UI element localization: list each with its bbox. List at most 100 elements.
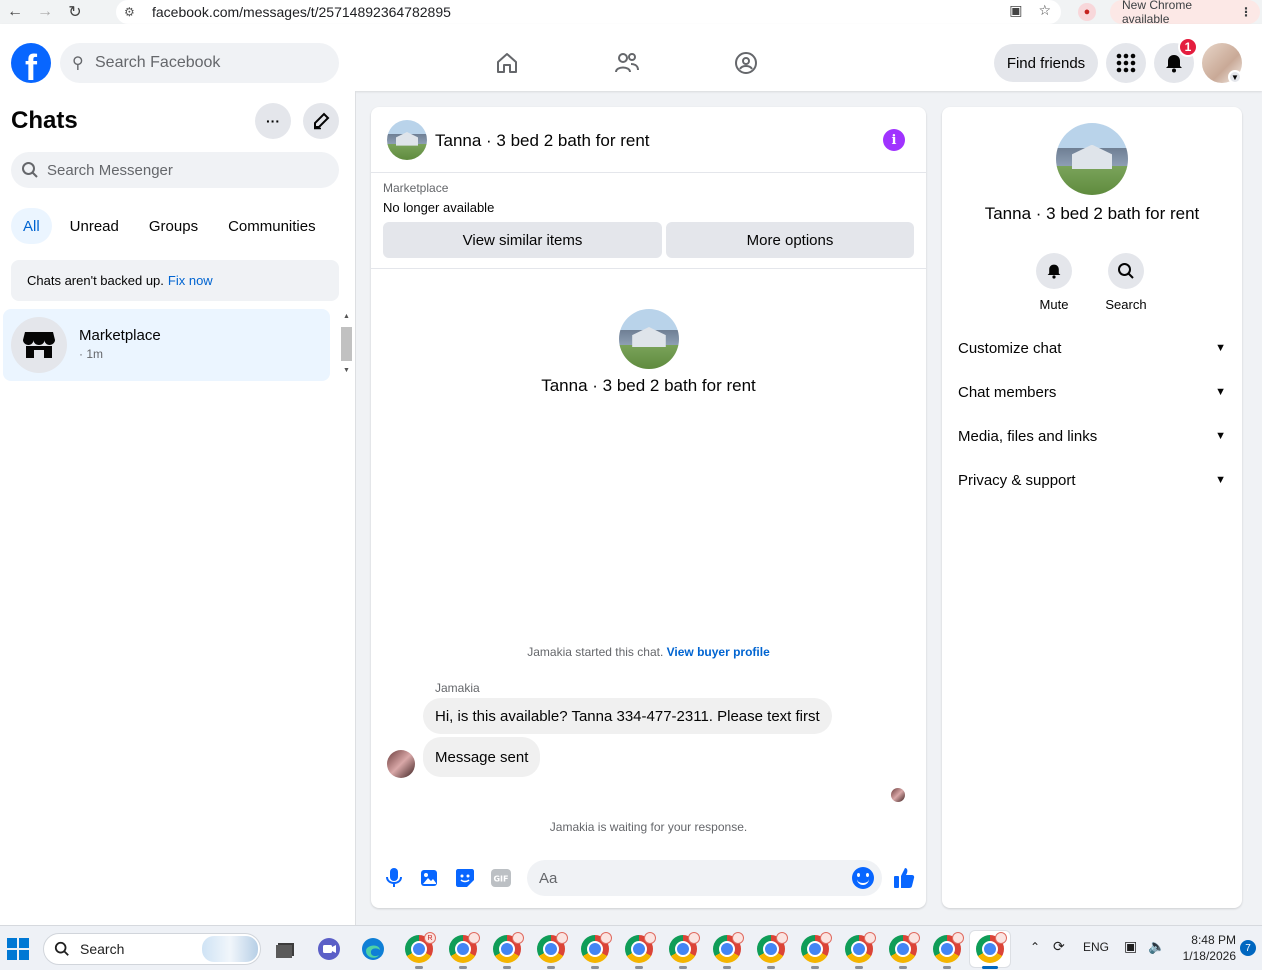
- sender-avatar[interactable]: [387, 750, 415, 778]
- chat-start-notice: Jamakia started this chat. View buyer pr…: [371, 645, 926, 659]
- reload-icon[interactable]: ↻: [60, 0, 90, 24]
- waiting-notice: Jamakia is waiting for your response.: [549, 820, 748, 834]
- seen-receipt-avatar: [891, 788, 905, 802]
- listing-avatar: [619, 309, 679, 369]
- chrome-window-icon[interactable]: [801, 932, 832, 969]
- search-label: Search: [1105, 297, 1147, 312]
- backup-text: Chats aren't backed up.: [27, 273, 164, 288]
- search-icon: ⚲: [72, 55, 84, 72]
- chat-info-panel: Tanna · 3 bed 2 bath for rent Mute Searc…: [942, 107, 1242, 908]
- chrome-window-icon[interactable]: [625, 932, 656, 969]
- chats-title: Chats: [11, 107, 78, 134]
- message-bubble[interactable]: Message sent: [423, 737, 541, 777]
- chat-list-scrollbar[interactable]: ▲ ▼: [339, 311, 353, 379]
- mute-button[interactable]: Mute: [1024, 253, 1084, 312]
- friends-nav-icon[interactable]: [607, 48, 647, 78]
- chrome-window-icon[interactable]: [669, 932, 700, 969]
- gif-icon[interactable]: GIF: [490, 867, 512, 889]
- scroll-down-arrow-icon[interactable]: ▼: [341, 367, 352, 377]
- install-app-icon[interactable]: ▣: [1009, 2, 1022, 19]
- find-friends-button[interactable]: Find friends: [994, 44, 1098, 82]
- chat-list-item[interactable]: Marketplace · 1m: [3, 309, 330, 381]
- filter-unread[interactable]: Unread: [58, 208, 131, 244]
- mute-label: Mute: [1039, 297, 1069, 312]
- chevron-up-icon[interactable]: ⌃: [1030, 940, 1040, 954]
- message-input[interactable]: Aa: [527, 860, 882, 896]
- photo-icon[interactable]: [418, 867, 440, 889]
- edge-browser-icon[interactable]: [359, 935, 387, 963]
- windows-start-icon[interactable]: [7, 938, 29, 960]
- info-icon[interactable]: i: [883, 129, 905, 151]
- scrollbar-thumb[interactable]: [341, 327, 352, 361]
- sync-icon[interactable]: ⟳: [1053, 938, 1065, 955]
- chrome-active-window-icon[interactable]: [976, 932, 1007, 969]
- listing-thumbnail[interactable]: [387, 120, 427, 160]
- sticker-icon[interactable]: [454, 867, 476, 889]
- facebook-search-input[interactable]: ⚲ Search Facebook: [60, 43, 339, 83]
- customize-chat-section[interactable]: Customize chat ▼: [958, 336, 1226, 360]
- microphone-icon[interactable]: [383, 867, 405, 889]
- site-settings-icon[interactable]: ⚙: [124, 5, 142, 19]
- filter-groups[interactable]: Groups: [137, 208, 210, 244]
- chevron-down-icon: ▼: [1215, 430, 1226, 442]
- message-bubble[interactable]: Hi, is this available? Tanna 334-477-231…: [423, 698, 832, 734]
- chrome-window-icon[interactable]: [889, 932, 920, 969]
- menu-grid-icon[interactable]: [1106, 43, 1146, 83]
- filter-communities[interactable]: Communities: [216, 208, 328, 244]
- browser-profile-icon[interactable]: ●: [1078, 3, 1096, 21]
- chrome-window-icon[interactable]: [757, 932, 788, 969]
- address-bar[interactable]: ⚙ facebook.com/messages/t/25714892364782…: [116, 0, 1061, 24]
- chrome-window-icon[interactable]: [493, 932, 524, 969]
- network-icon[interactable]: ▣: [1124, 938, 1137, 955]
- view-buyer-profile-link[interactable]: View buyer profile: [667, 645, 770, 659]
- chrome-window-icon[interactable]: [845, 932, 876, 969]
- back-arrow-icon[interactable]: ←: [0, 0, 30, 24]
- privacy-support-section[interactable]: Privacy & support ▼: [958, 468, 1226, 492]
- section-label: Customize chat: [958, 339, 1062, 357]
- chrome-window-icon[interactable]: [713, 932, 744, 969]
- home-nav-icon[interactable]: [487, 48, 527, 78]
- more-options-icon[interactable]: ···: [255, 103, 291, 139]
- filter-all[interactable]: All: [11, 208, 52, 244]
- volume-icon[interactable]: 🔈: [1148, 938, 1165, 955]
- new-message-icon[interactable]: [303, 103, 339, 139]
- system-clock[interactable]: 8:48 PM 1/18/2026: [1176, 932, 1236, 964]
- forward-arrow-icon[interactable]: →: [30, 0, 60, 24]
- groups-nav-icon[interactable]: [726, 48, 766, 78]
- thumbs-up-icon[interactable]: [892, 866, 916, 890]
- language-indicator[interactable]: ENG: [1083, 940, 1109, 954]
- facebook-search-placeholder: Search Facebook: [95, 54, 221, 71]
- view-similar-items-button[interactable]: View similar items: [383, 222, 662, 258]
- chat-members-section[interactable]: Chat members ▼: [958, 380, 1226, 404]
- teams-meet-icon[interactable]: [315, 935, 343, 963]
- chevron-down-icon: ▼: [1215, 474, 1226, 486]
- messenger-search-input[interactable]: Search Messenger: [11, 152, 339, 188]
- chat-start-text: Jamakia started this chat.: [527, 645, 664, 659]
- taskbar-search-input[interactable]: Search: [43, 933, 261, 965]
- conversation-title[interactable]: Tanna · 3 bed 2 bath for rent: [435, 131, 650, 151]
- divider: [371, 268, 926, 269]
- notification-count-badge[interactable]: 7: [1240, 940, 1256, 956]
- more-options-button[interactable]: More options: [666, 222, 914, 258]
- kebab-menu-icon[interactable]: ⋮: [1240, 5, 1252, 19]
- search-highlight-image: [202, 936, 258, 962]
- emoji-icon[interactable]: [852, 867, 874, 889]
- facebook-logo-icon[interactable]: f: [11, 43, 51, 83]
- bookmark-star-icon[interactable]: ☆: [1038, 2, 1051, 19]
- chrome-window-icon[interactable]: R: [405, 932, 436, 969]
- chrome-window-icon[interactable]: [449, 932, 480, 969]
- chrome-window-icon[interactable]: [537, 932, 568, 969]
- listing-status: No longer available: [383, 200, 495, 215]
- search-in-chat-button[interactable]: Search: [1096, 253, 1156, 312]
- chrome-update-label: New Chrome available: [1122, 0, 1193, 26]
- file-explorer-icon[interactable]: [271, 935, 299, 963]
- chat-time: · 1m: [79, 347, 103, 361]
- chrome-update-button[interactable]: New Chrome available ⋮: [1110, 0, 1260, 26]
- scroll-up-arrow-icon[interactable]: ▲: [341, 313, 352, 323]
- media-files-links-section[interactable]: Media, files and links ▼: [958, 424, 1226, 448]
- fix-now-link[interactable]: Fix now: [168, 273, 213, 288]
- chrome-window-icon[interactable]: [933, 932, 964, 969]
- chrome-window-icon[interactable]: [581, 932, 612, 969]
- windows-taskbar: Search R ⌃ ⟳ ENG ▣ 🔈 8:48 PM 1/18/2026 7: [0, 925, 1262, 970]
- chevron-down-icon[interactable]: ▼: [1228, 70, 1242, 84]
